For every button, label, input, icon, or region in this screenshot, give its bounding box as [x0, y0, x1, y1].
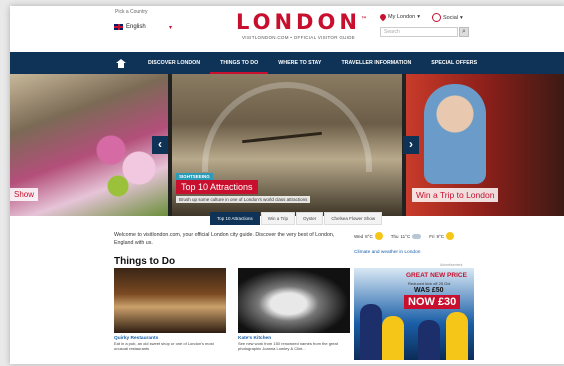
social-menu[interactable]: Social ▾ — [432, 13, 463, 22]
ad-was-price: WAS £50 — [414, 287, 444, 294]
player-figure — [382, 316, 404, 360]
slide-win-trip[interactable]: Win a Trip to London — [406, 74, 564, 216]
search-input[interactable]: Search — [380, 27, 458, 37]
tab-oyster[interactable]: Oyster — [296, 212, 324, 225]
cloud-sun-icon — [446, 232, 455, 240]
advertisement-banner[interactable]: GREAT NEW PRICE Reduced kick off 25 Oct … — [354, 268, 474, 360]
sun-icon — [374, 232, 383, 240]
weather-day-label: Wed — [354, 233, 364, 239]
carousel-prev-button[interactable]: ‹ — [152, 136, 168, 154]
logo-text: LONDON — [236, 10, 361, 34]
chevron-down-icon: ▾ — [168, 24, 172, 31]
language-value: English — [126, 24, 146, 30]
london-logo[interactable]: LONDON™ — [236, 10, 367, 34]
nav-traveller-information[interactable]: TRAVELLER INFORMATION — [331, 52, 421, 74]
weather-day: Fri 9°C — [429, 232, 455, 240]
hero-carousel: Show SIGHTSEEING Top 10 Attractions Brus… — [10, 74, 564, 216]
slide-subtitle: Brush up some culture in one of London's… — [176, 196, 311, 203]
weather-day-label: Fri — [429, 233, 435, 239]
cloud-sun-icon — [412, 233, 422, 239]
nav-things-to-do[interactable]: THINGS TO DO — [210, 52, 269, 74]
card-description: Eat in a pub, an old sweet shop or one o… — [114, 341, 214, 351]
weather-temp: 9°C — [436, 233, 445, 239]
ad-subline: Reduced kick off 25 Oct — [408, 281, 451, 286]
nav-where-to-stay[interactable]: WHERE TO STAY — [268, 52, 331, 74]
card-description: See new work from 150 renowned names fro… — [238, 341, 338, 351]
social-label: Social — [443, 14, 458, 21]
logo-tagline: VISITLONDON.COM • OFFICIAL VISITOR GUIDE — [242, 35, 356, 40]
tab-chelsea-flower-show[interactable]: Chelsea Flower Show — [324, 212, 383, 225]
language-label: Pick a Country — [115, 9, 148, 15]
card-kates-kitchen[interactable]: Kate's Kitchen See new work from 150 ren… — [238, 268, 350, 351]
weather-day: Thu 11°C — [391, 232, 422, 240]
ad-label: Advertisement — [440, 263, 463, 267]
slide-tag: SIGHTSEEING — [176, 173, 213, 180]
search-icon[interactable]: ⌕ — [459, 27, 469, 37]
carousel-next-button[interactable]: › — [403, 136, 419, 154]
ad-now-price: NOW £30 — [404, 295, 461, 309]
weather-temp: 8°C — [365, 233, 373, 239]
restaurant-image[interactable] — [114, 268, 226, 333]
home-icon[interactable] — [116, 58, 126, 68]
welcome-text: Welcome to visitlondon.com, your officia… — [114, 232, 335, 246]
card-quirky-restaurants[interactable]: Quirky Restaurants Eat in a pub, an old … — [114, 268, 226, 351]
weather-widget: Wed 8°C Thu 11°C Fri 9°C — [354, 232, 474, 240]
my-london-menu[interactable]: My London ▾ — [378, 12, 420, 22]
section-title: Things to Do — [114, 256, 176, 267]
slide-flower-show[interactable]: Show — [10, 74, 168, 216]
player-figure — [418, 320, 440, 360]
carousel-tabs: Top 10 Attractions Win a Trip Oyster Che… — [210, 212, 383, 225]
browser-page: Pick a Country English ▾ LONDON™ VISITLO… — [10, 6, 564, 364]
main-nav: DISCOVER LONDON THINGS TO DO WHERE TO ST… — [10, 52, 564, 74]
player-figure — [360, 304, 382, 360]
language-select[interactable]: English ▾ — [114, 21, 172, 33]
chevron-down-icon: ▾ — [459, 14, 463, 21]
my-london-label: My London — [388, 14, 416, 20]
uk-flag-icon — [114, 24, 123, 30]
waxwork-image — [424, 84, 486, 184]
location-pin-icon — [378, 12, 388, 22]
weather-temp: 11°C — [400, 233, 411, 239]
player-figure — [446, 312, 468, 360]
nav-special-offers[interactable]: SPECIAL OFFERS — [421, 52, 487, 74]
portrait-image[interactable] — [238, 268, 350, 333]
weather-day-label: Thu — [390, 233, 399, 239]
ad-headline: GREAT NEW PRICE — [406, 272, 467, 279]
flowers-image — [90, 114, 160, 204]
slide-caption: Show — [10, 188, 39, 201]
slide-top-attractions[interactable]: SIGHTSEEING Top 10 Attractions Brush up … — [172, 74, 402, 216]
social-icon — [432, 13, 441, 22]
tab-top-10[interactable]: Top 10 Attractions — [210, 212, 260, 225]
chevron-down-icon: ▾ — [417, 14, 420, 20]
slide-caption[interactable]: Top 10 Attractions — [176, 180, 258, 194]
museum-arch-image — [202, 82, 372, 172]
site-header: Pick a Country English ▾ LONDON™ VISITLO… — [10, 6, 564, 52]
nav-discover-london[interactable]: DISCOVER LONDON — [138, 52, 210, 74]
tab-win-a-trip[interactable]: Win a Trip — [260, 212, 296, 225]
slide-caption: Win a Trip to London — [412, 188, 499, 202]
weather-link[interactable]: Climate and weather in London — [354, 250, 420, 255]
weather-day: Wed 8°C — [354, 232, 383, 240]
